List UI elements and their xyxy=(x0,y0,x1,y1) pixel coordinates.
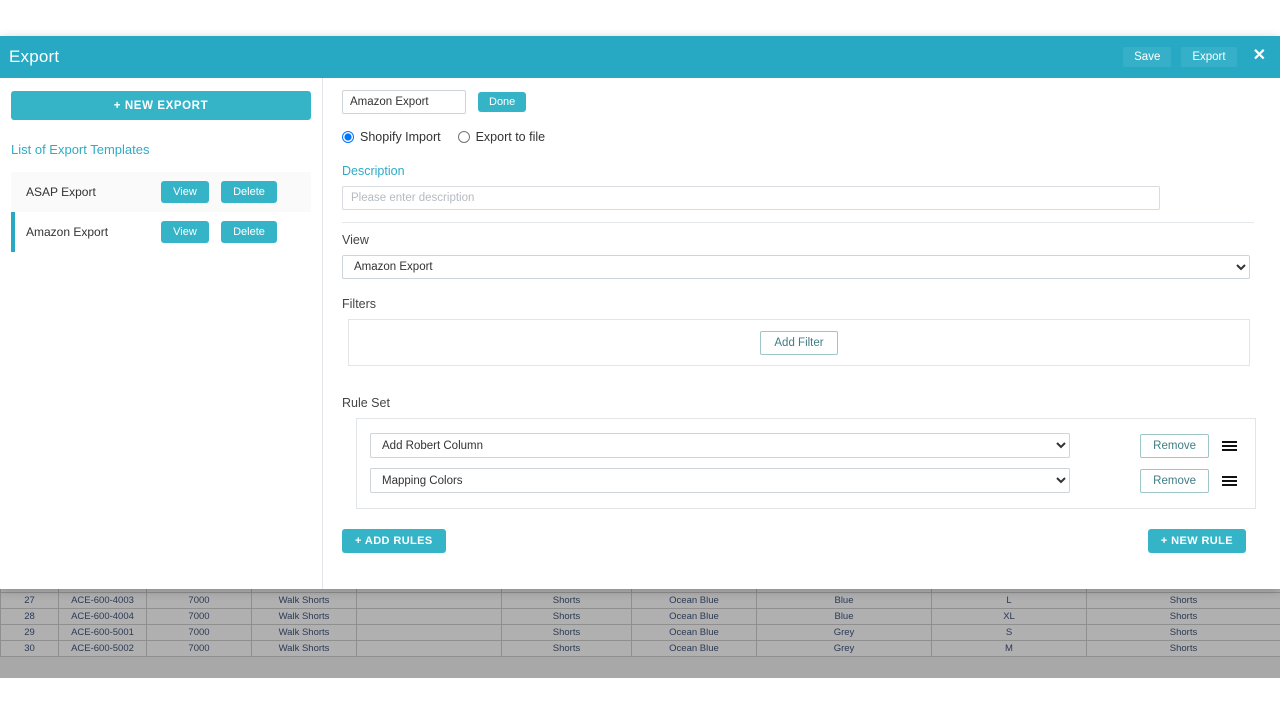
export-mode-radios: Shopify Import Export to file xyxy=(342,130,1254,144)
template-name: Amazon Export xyxy=(26,225,161,239)
table-cell: Shorts xyxy=(502,593,632,609)
table-cell: Shorts xyxy=(1087,641,1280,657)
template-view-button[interactable]: View xyxy=(161,221,209,243)
drag-handle-icon[interactable] xyxy=(1222,441,1237,451)
rule-select[interactable]: Mapping Colors xyxy=(370,468,1070,493)
close-icon[interactable]: ✕ xyxy=(1247,46,1272,68)
export-modal: Export Save Export ✕ + NEW EXPORT List o… xyxy=(0,36,1280,589)
table-cell: 29 xyxy=(1,625,59,641)
template-delete-button[interactable]: Delete xyxy=(221,221,277,243)
table-row: 30ACE-600-50027000Walk ShortsShortsOcean… xyxy=(1,641,1280,657)
view-select[interactable]: Amazon Export xyxy=(342,255,1250,279)
template-row[interactable]: Amazon ExportView Delete xyxy=(11,212,311,252)
table-cell: 7000 xyxy=(147,609,252,625)
rule-row: Mapping Colors Remove xyxy=(357,468,1255,493)
table-cell: L xyxy=(932,593,1087,609)
rule-remove-button[interactable]: Remove xyxy=(1140,434,1209,458)
table-cell: XL xyxy=(932,609,1087,625)
rule-remove-button[interactable]: Remove xyxy=(1140,469,1209,493)
page-background xyxy=(0,678,1280,720)
table-cell xyxy=(357,641,502,657)
table-cell: Grey xyxy=(757,641,932,657)
table-cell: Ocean Blue xyxy=(632,593,757,609)
table-row: 29ACE-600-50017000Walk ShortsShortsOcean… xyxy=(1,625,1280,641)
table-row: 27ACE-600-40037000Walk ShortsShortsOcean… xyxy=(1,593,1280,609)
rule-set-panel: Add Robert Column Remove Mapping Colors Rem… xyxy=(356,418,1256,509)
rule-set-label: Rule Set xyxy=(342,396,1254,410)
add-rules-button[interactable]: + ADD RULES xyxy=(342,529,446,553)
table-cell: Shorts xyxy=(502,625,632,641)
table-cell: 7000 xyxy=(147,641,252,657)
table-cell: 7000 xyxy=(147,593,252,609)
table-cell: Ocean Blue xyxy=(632,625,757,641)
table-cell: 30 xyxy=(1,641,59,657)
export-form: Done Shopify Import Export to file Descr… xyxy=(323,78,1280,589)
template-row[interactable]: ASAP ExportView Delete xyxy=(11,172,311,212)
table-cell: Ocean Blue xyxy=(632,641,757,657)
table-cell: Walk Shorts xyxy=(252,641,357,657)
table-cell: Walk Shorts xyxy=(252,625,357,641)
table-cell xyxy=(357,593,502,609)
table-cell: 27 xyxy=(1,593,59,609)
template-delete-button[interactable]: Delete xyxy=(221,181,277,203)
table-cell: Walk Shorts xyxy=(252,609,357,625)
template-view-button[interactable]: View xyxy=(161,181,209,203)
table-cell: Shorts xyxy=(502,609,632,625)
radio-shopify-import-label: Shopify Import xyxy=(360,130,441,144)
description-input[interactable] xyxy=(342,186,1160,210)
table-cell: Shorts xyxy=(1087,593,1280,609)
page-title: Export xyxy=(9,47,59,67)
templates-heading: List of Export Templates xyxy=(11,142,311,157)
radio-export-to-file-input[interactable] xyxy=(458,131,470,143)
done-button[interactable]: Done xyxy=(478,92,526,112)
export-button[interactable]: Export xyxy=(1181,47,1236,67)
table-cell: 7000 xyxy=(147,625,252,641)
view-label: View xyxy=(342,233,1254,247)
export-name-input[interactable] xyxy=(342,90,466,114)
rule-set-footer: + ADD RULES + NEW RULE xyxy=(342,529,1254,553)
modal-titlebar: Export Save Export ✕ xyxy=(0,36,1280,78)
template-list: ASAP ExportViewDeleteAmazon ExportViewDe… xyxy=(11,172,311,252)
modal-body: + NEW EXPORT List of Export Templates AS… xyxy=(0,78,1280,589)
rule-select[interactable]: Add Robert Column xyxy=(370,433,1070,458)
radio-export-to-file-label: Export to file xyxy=(476,130,545,144)
table-cell: ACE-600-4004 xyxy=(59,609,147,625)
section-divider xyxy=(342,222,1254,223)
table-cell: ACE-600-5002 xyxy=(59,641,147,657)
filters-label: Filters xyxy=(342,297,1254,311)
table-cell: Walk Shorts xyxy=(252,593,357,609)
table-row: 28ACE-600-40047000Walk ShortsShortsOcean… xyxy=(1,609,1280,625)
radio-shopify-import[interactable]: Shopify Import xyxy=(342,130,441,144)
table-cell: Shorts xyxy=(1087,625,1280,641)
templates-sidebar: + NEW EXPORT List of Export Templates AS… xyxy=(0,78,323,589)
add-filter-button[interactable]: Add Filter xyxy=(760,331,837,355)
description-label: Description xyxy=(342,164,1254,178)
save-button[interactable]: Save xyxy=(1123,47,1171,67)
filters-panel: Add Filter xyxy=(348,319,1250,366)
rule-rows: Add Robert Column Remove Mapping Colors Rem… xyxy=(357,433,1255,493)
table-cell xyxy=(357,625,502,641)
table-cell: Grey xyxy=(757,625,932,641)
titlebar-actions: Save Export ✕ xyxy=(1123,36,1272,78)
new-export-button[interactable]: + NEW EXPORT xyxy=(11,91,311,120)
table-cell: 28 xyxy=(1,609,59,625)
template-name: ASAP Export xyxy=(26,185,161,199)
radio-shopify-import-input[interactable] xyxy=(342,131,354,143)
radio-export-to-file[interactable]: Export to file xyxy=(458,130,545,144)
table-cell: M xyxy=(932,641,1087,657)
rule-row: Add Robert Column Remove xyxy=(357,433,1255,458)
new-rule-button[interactable]: + NEW RULE xyxy=(1148,529,1246,553)
table-cell: Shorts xyxy=(502,641,632,657)
drag-handle-icon[interactable] xyxy=(1222,476,1237,486)
table-cell xyxy=(357,609,502,625)
table-cell: Blue xyxy=(757,593,932,609)
table-cell: ACE-600-4003 xyxy=(59,593,147,609)
table-cell: ACE-600-5001 xyxy=(59,625,147,641)
table-cell: S xyxy=(932,625,1087,641)
table-cell: Shorts xyxy=(1087,609,1280,625)
table-cell: Ocean Blue xyxy=(632,609,757,625)
table-cell: Blue xyxy=(757,609,932,625)
name-row: Done xyxy=(342,90,1254,114)
